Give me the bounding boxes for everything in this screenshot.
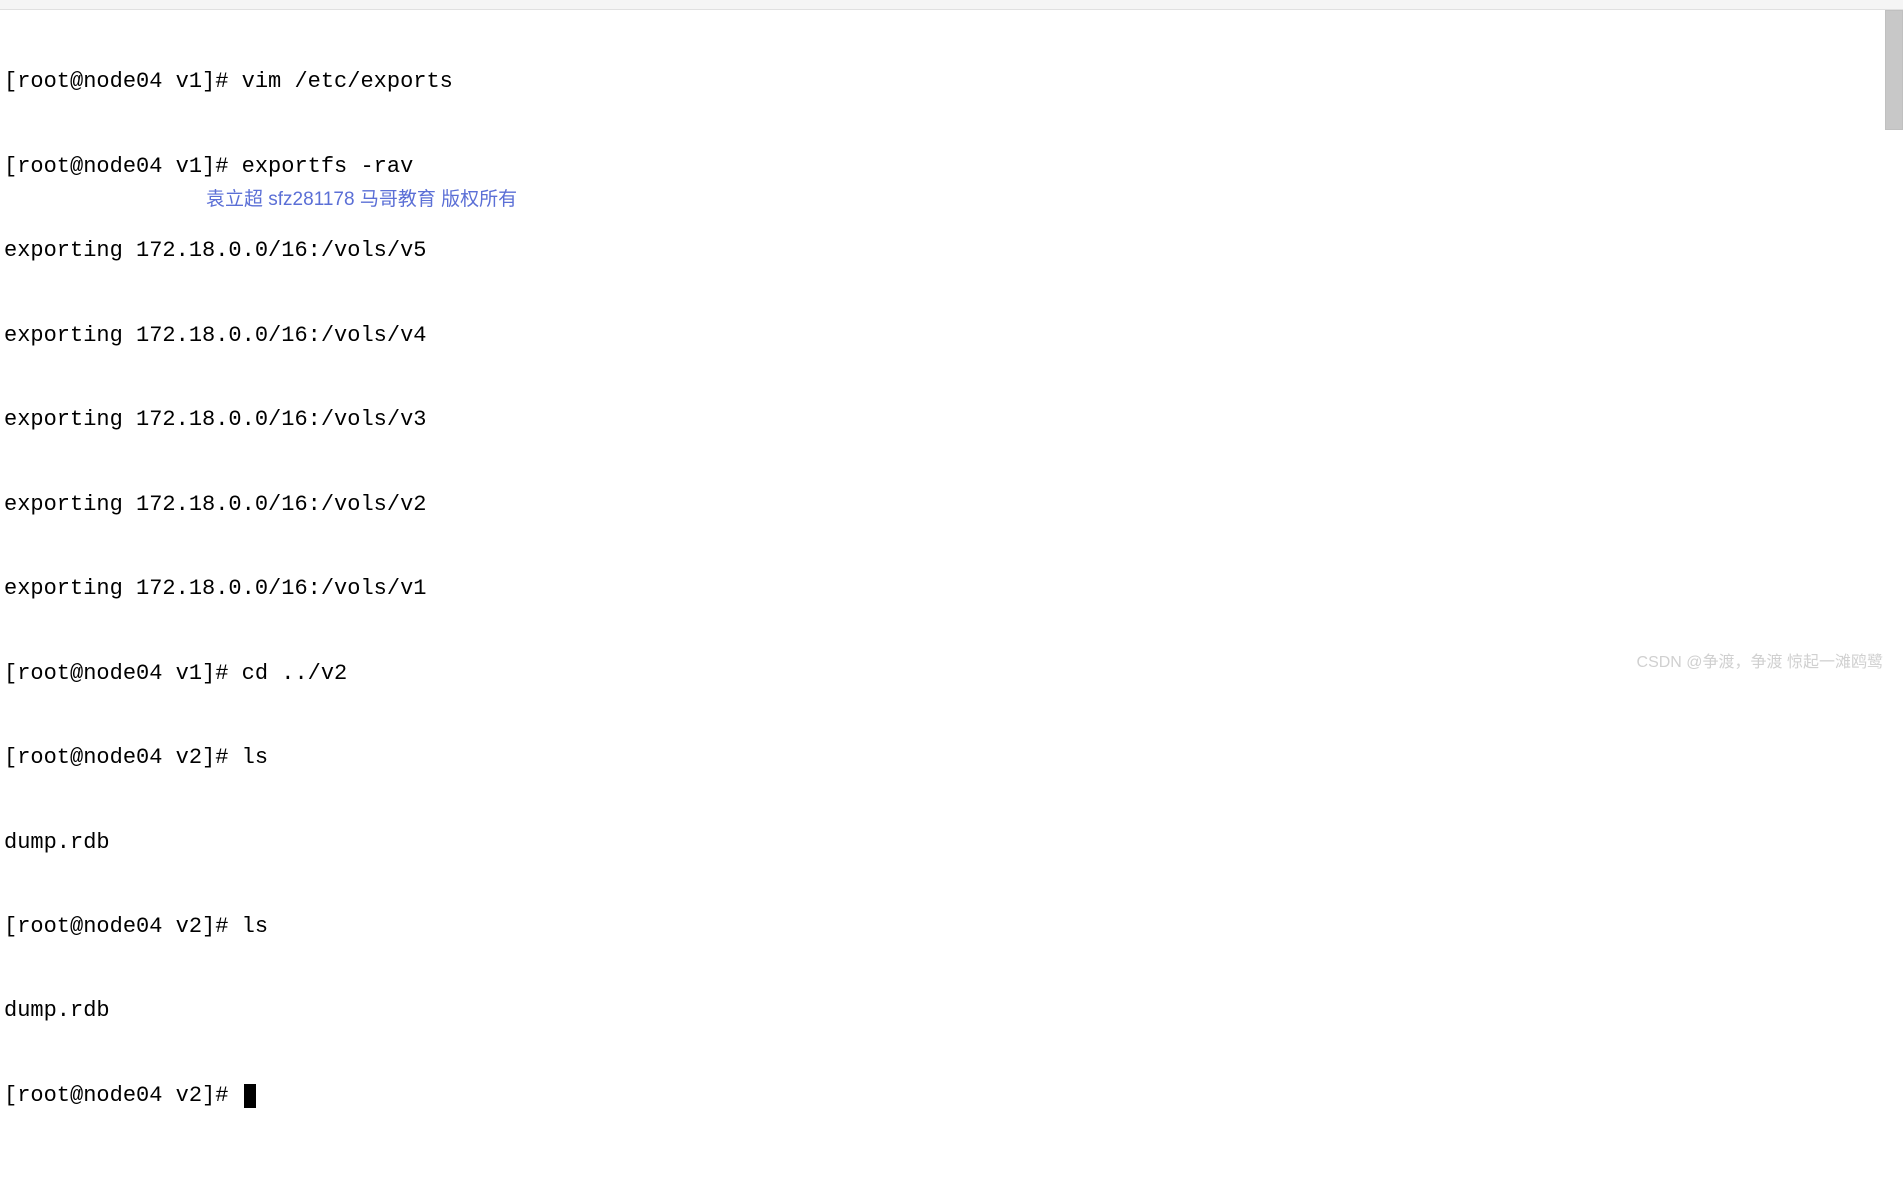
shell-output: exporting 172.18.0.0/16:/vols/v5 [4,238,426,263]
shell-output: exporting 172.18.0.0/16:/vols/v2 [4,492,426,517]
shell-command: vim /etc/exports [242,69,453,94]
terminal-line: exporting 172.18.0.0/16:/vols/v4 [4,322,1899,350]
shell-output: exporting 172.18.0.0/16:/vols/v1 [4,576,426,601]
terminal-line: [root@node04 v2]# ls [4,913,1899,941]
shell-output: exporting 172.18.0.0/16:/vols/v4 [4,323,426,348]
shell-command: ls [242,745,268,770]
shell-command: ls [242,914,268,939]
shell-prompt: [root@node04 v1]# [4,154,242,179]
terminal-line: [root@node04 v1]# exportfs -rav [4,153,1899,181]
terminal-line: dump.rdb [4,829,1899,857]
terminal-line: [root@node04 v1]# vim /etc/exports [4,68,1899,96]
footer-watermark: CSDN @争渡，争渡 惊起一滩鸥鹭 [1637,648,1883,672]
shell-prompt: [root@node04 v2]# [4,745,242,770]
terminal-line: exporting 172.18.0.0/16:/vols/v3 [4,406,1899,434]
shell-prompt: [root@node04 v2]# [4,1083,242,1108]
shell-output: dump.rdb [4,998,110,1023]
shell-prompt: [root@node04 v1]# [4,69,242,94]
terminal-line: [root@node04 v1]# cd ../v2 [4,660,1899,688]
video-watermark: 袁立超 sfz281178 马哥教育 版权所有 [206,188,517,212]
scrollbar-thumb[interactable] [1886,11,1902,129]
terminal-output[interactable]: [root@node04 v1]# vim /etc/exports [root… [0,10,1903,1197]
terminal-line: exporting 172.18.0.0/16:/vols/v1 [4,575,1899,603]
shell-output: dump.rdb [4,830,110,855]
terminal-cursor [244,1084,256,1108]
terminal-line: dump.rdb [4,997,1899,1025]
terminal-line: exporting 172.18.0.0/16:/vols/v5 [4,237,1899,265]
window-top-bar [0,0,1903,10]
terminal-line: [root@node04 v2]# ls [4,744,1899,772]
shell-command: exportfs -rav [242,154,414,179]
terminal-line: exporting 172.18.0.0/16:/vols/v2 [4,491,1899,519]
shell-output: exporting 172.18.0.0/16:/vols/v3 [4,407,426,432]
scrollbar[interactable] [1885,10,1903,130]
terminal-line: [root@node04 v2]# [4,1082,1899,1110]
shell-prompt: [root@node04 v2]# [4,914,242,939]
